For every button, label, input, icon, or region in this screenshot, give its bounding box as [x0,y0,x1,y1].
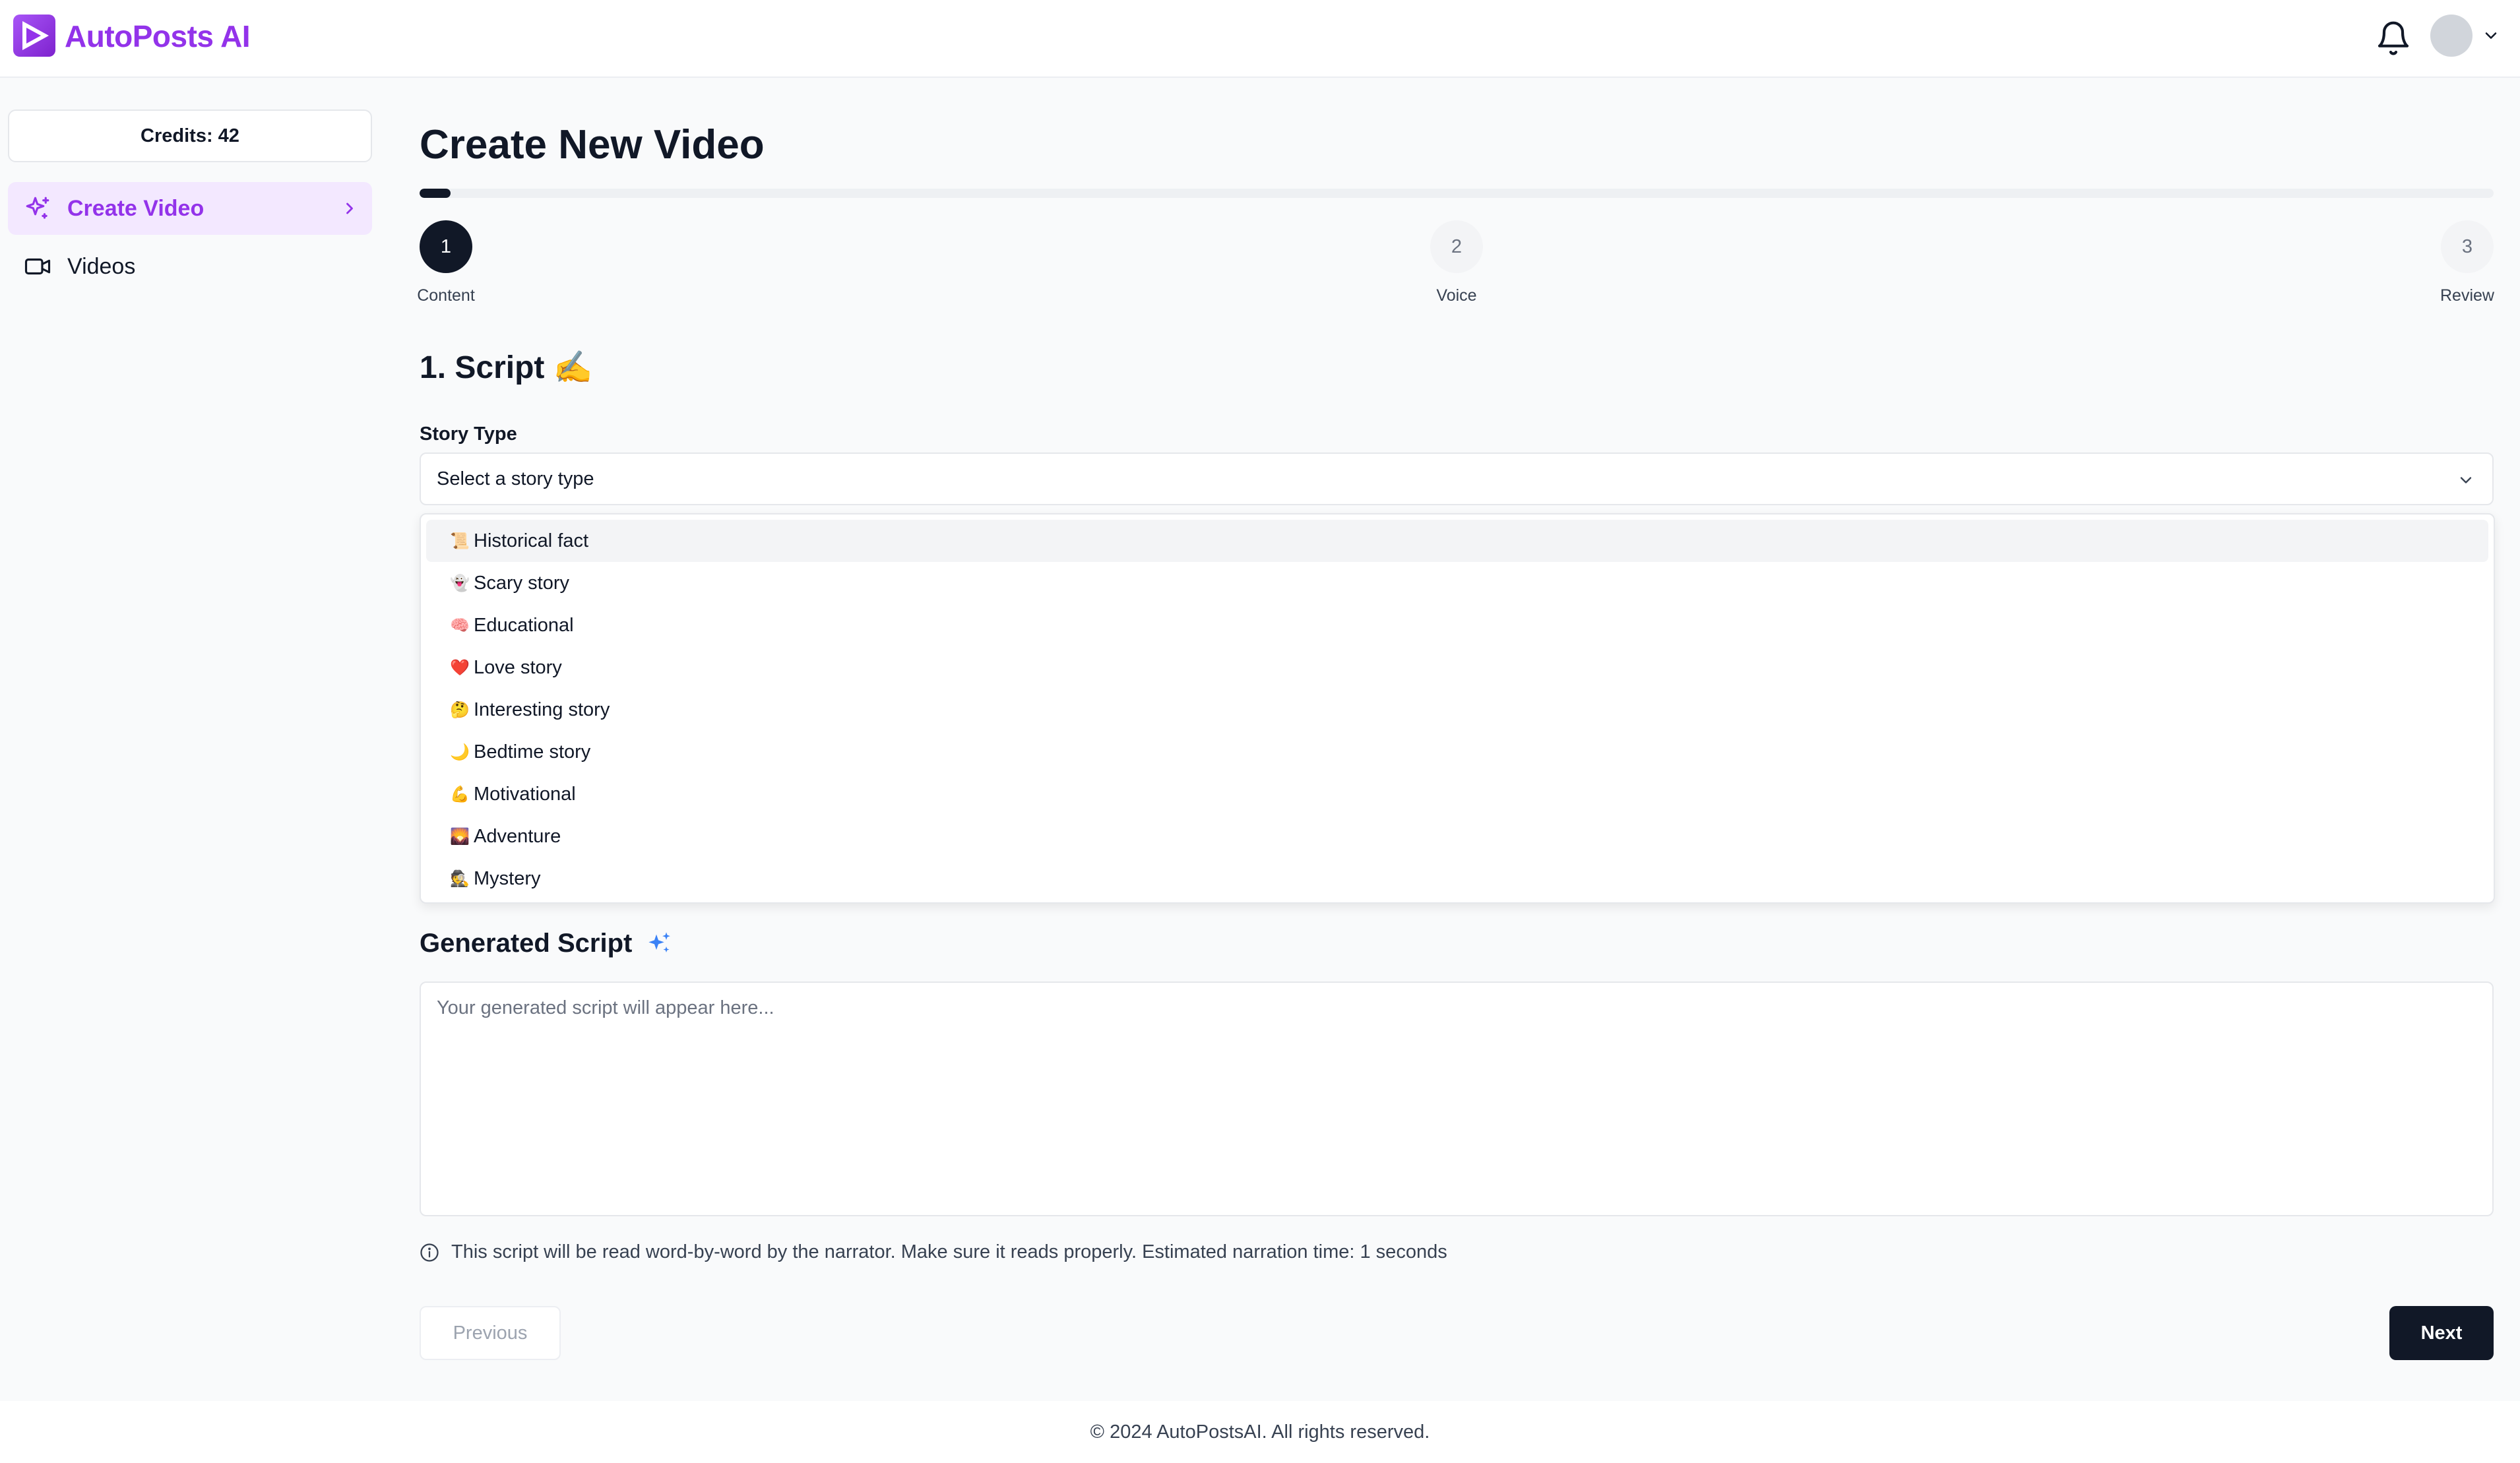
chevron-down-icon[interactable] [2482,26,2500,45]
chevron-right-icon [346,202,353,214]
heart-icon: ❤️ [450,658,470,677]
narration-info-text: This script will be read word-by-word by… [451,1241,1447,1262]
option-adventure[interactable]: 🌄 Adventure [426,815,2488,857]
thinking-face-icon: 🤔 [450,700,470,719]
option-label: Scary story [474,572,570,594]
step-number: 3 [2441,220,2494,273]
step-label: Voice [1436,286,1477,305]
select-placeholder: Select a story type [437,468,594,489]
generated-script-heading: Generated Script [420,923,673,963]
step-number: 2 [1430,220,1483,273]
option-label: Historical fact [474,530,589,551]
bell-icon[interactable] [2375,20,2412,57]
scroll-icon: 📜 [450,532,470,550]
option-educational[interactable]: 🧠 Educational [426,604,2488,646]
previous-button[interactable]: Previous [420,1306,561,1360]
ghost-icon: 👻 [450,574,470,592]
sidebar: Credits: 42 Create Video Videos [8,109,372,293]
story-type-label: Story Type [420,423,517,445]
option-label: Educational [474,614,574,636]
step-label: Content [417,286,475,305]
info-icon [420,1243,439,1262]
sparkles-icon [26,197,49,219]
option-mystery[interactable]: 🕵️ Mystery [426,857,2488,900]
chevron-down-icon [2460,477,2472,483]
progress-fill [420,189,451,198]
avatar[interactable] [2430,15,2473,57]
footer: © 2024 AutoPostsAI. All rights reserved. [0,1401,2520,1463]
step-content[interactable]: 1 Content [393,220,499,305]
brain-icon: 🧠 [450,616,470,635]
story-type-dropdown: 📜 Historical fact 👻 Scary story 🧠 Education… [420,513,2495,904]
option-bedtime-story[interactable]: 🌙 Bedtime story [426,731,2488,773]
app-name[interactable]: AutoPosts AI [65,16,251,57]
narration-info: This script will be read word-by-word by… [420,1241,1447,1263]
app-root: AutoPosts AI Credits: 42 Create Video Vi… [0,0,2520,1463]
step-voice[interactable]: 2 Voice [1404,220,1509,305]
sidebar-item-label: Videos [67,253,136,279]
option-label: Interesting story [474,699,610,720]
generated-script-title: Generated Script [420,929,633,958]
generated-script-textarea[interactable] [420,981,2494,1216]
video-camera-icon [24,258,51,275]
sparkles-icon [648,932,671,952]
step-number: 1 [420,220,472,273]
next-button[interactable]: Next [2389,1306,2494,1360]
option-label: Mystery [474,867,541,889]
option-label: Motivational [474,783,576,805]
option-historical-fact[interactable]: 📜 Historical fact [426,520,2488,562]
option-label: Adventure [474,825,561,847]
option-label: Love story [474,656,562,678]
logo-icon[interactable] [13,15,55,57]
progress-bar [420,189,2494,198]
sidebar-item-create-video[interactable]: Create Video [8,182,372,235]
moon-icon: 🌙 [450,743,470,761]
option-motivational[interactable]: 💪 Motivational [426,773,2488,815]
step-label: Review [2440,286,2494,305]
option-label: Bedtime story [474,741,591,763]
main-area: Credits: 42 Create Video Videos Create N… [0,78,2520,1401]
option-love-story[interactable]: ❤️ Love story [426,646,2488,689]
option-interesting-story[interactable]: 🤔 Interesting story [426,689,2488,731]
sidebar-item-label: Create Video [67,195,205,221]
flexed-arm-icon: 💪 [450,785,470,803]
page-title: Create New Video [420,122,765,168]
sidebar-item-videos[interactable]: Videos [8,240,372,293]
story-type-select[interactable]: Select a story type [420,452,2494,505]
top-header: AutoPosts AI [0,0,2520,78]
sunrise-mountains-icon: 🌄 [450,827,470,846]
credits-badge: Credits: 42 [8,109,372,162]
step-review[interactable]: 3 Review [2414,220,2520,305]
section-title: 1. Script ✍️ [420,350,593,385]
option-scary-story[interactable]: 👻 Scary story [426,562,2488,604]
detective-icon: 🕵️ [450,869,470,888]
